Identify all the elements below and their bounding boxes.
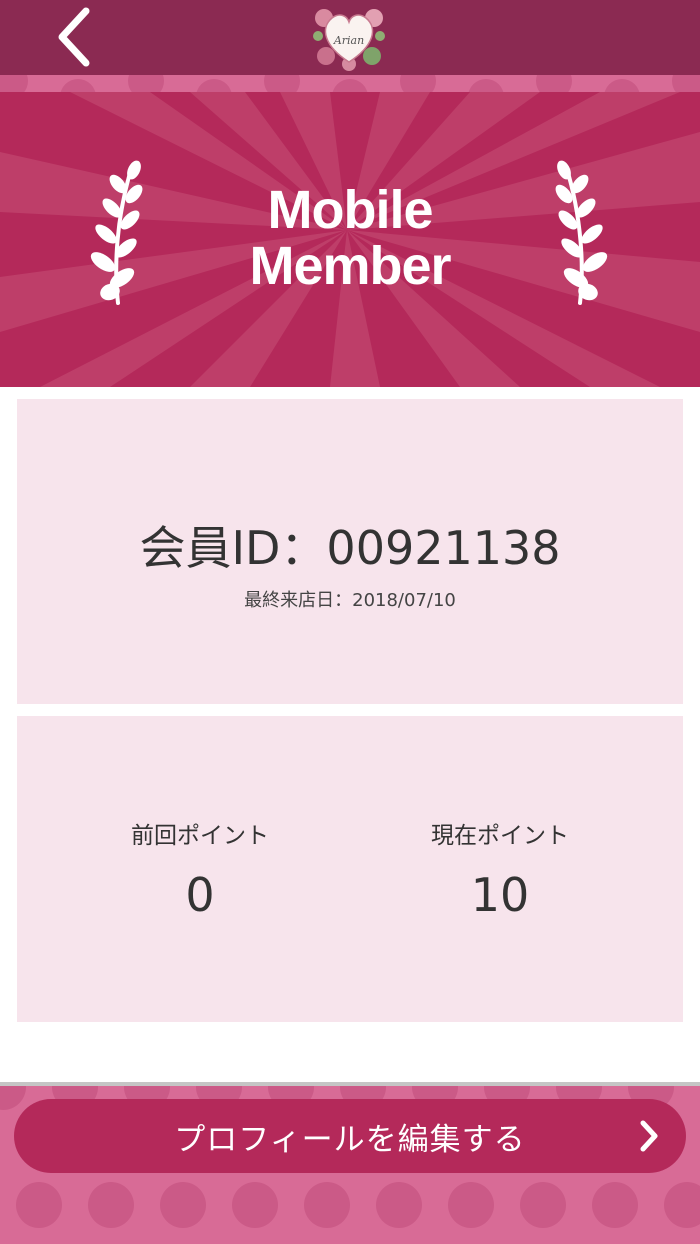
decorative-dot-strip [0, 75, 700, 92]
current-points-label: 現在ポイント [431, 823, 569, 849]
laurel-right-icon [555, 160, 608, 305]
app-header: Arian [0, 0, 700, 75]
brand-logo: Arian [312, 2, 386, 72]
divider [0, 1082, 700, 1086]
chevron-right-icon [640, 1120, 658, 1152]
member-id: 会員ID：00921138 [139, 521, 561, 575]
chevron-left-icon [58, 7, 90, 67]
edit-profile-label: プロフィールを編集する [174, 1121, 526, 1158]
previous-points-value: 0 [185, 868, 215, 922]
current-points-value: 10 [470, 868, 530, 922]
last-visit-date: 最終来店日：2018/07/10 [244, 590, 456, 611]
logo-text: Arian [333, 34, 364, 47]
edit-profile-button[interactable]: プロフィールを編集する [14, 1099, 686, 1173]
back-button[interactable] [44, 6, 104, 68]
previous-points-label: 前回ポイント [131, 823, 269, 849]
